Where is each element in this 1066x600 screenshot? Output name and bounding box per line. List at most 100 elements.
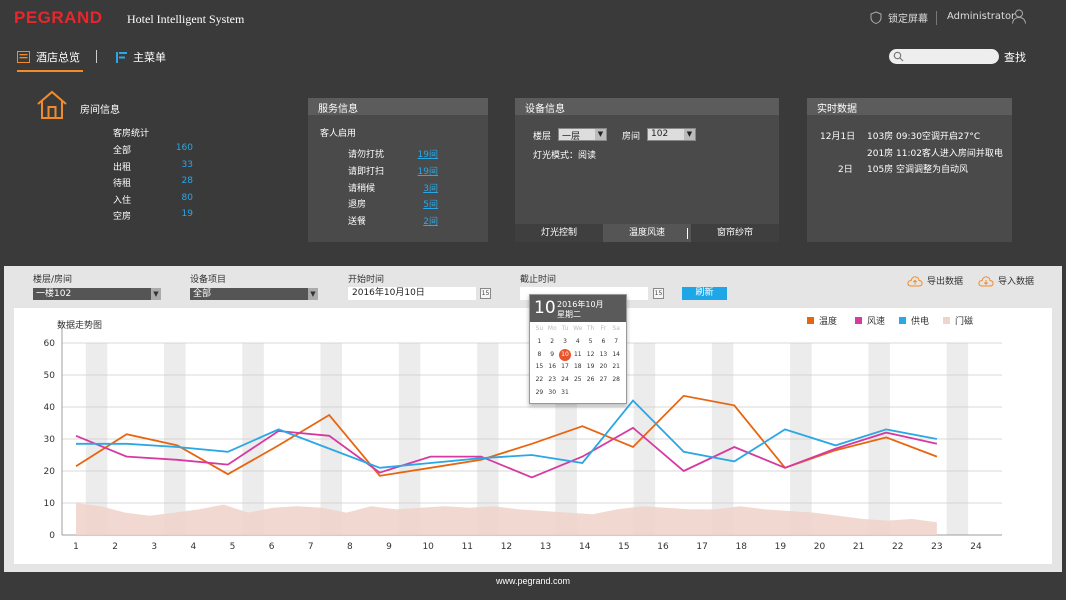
calendar-day[interactable]: 4 — [571, 336, 584, 349]
calendar-day[interactable]: 31 — [559, 387, 572, 400]
calendar-day[interactable]: 5 — [584, 336, 597, 349]
calendar-day[interactable]: 8 — [533, 349, 546, 362]
tab-temp-wind[interactable]: 温度风速 — [603, 224, 691, 242]
calendar-day[interactable]: 7 — [610, 336, 623, 349]
calendar-day[interactable]: 20 — [597, 361, 610, 374]
calendar-day[interactable]: 12 — [584, 349, 597, 362]
date-picker-day: 10 — [534, 298, 556, 318]
tab-light-control[interactable]: 灯光控制 — [515, 224, 603, 242]
chart-title: 数据走势图 — [57, 319, 102, 331]
realtime-panel: 实时数据 12月1日 103房 09:30空调开启27°C 201房 11:02… — [807, 98, 1012, 242]
calendar-day[interactable]: 25 — [571, 374, 584, 387]
calendar-day[interactable]: 3 — [559, 336, 572, 349]
x-tick-label: 14 — [579, 542, 591, 552]
x-tick-label: 3 — [151, 542, 157, 552]
start-time-label: 开始时间 — [348, 275, 385, 285]
floor-label: 楼层 — [533, 132, 552, 142]
cloud-upload-icon — [907, 275, 923, 286]
calendar-day[interactable]: 23 — [546, 374, 559, 387]
user-icon[interactable] — [1011, 8, 1027, 24]
footer-url[interactable]: www.pegrand.com — [0, 576, 1066, 586]
nav-main-menu[interactable]: 主菜单 — [116, 49, 166, 65]
room-select[interactable]: 102 ▼ — [647, 128, 696, 141]
user-name[interactable]: Administrator — [947, 11, 1015, 22]
service-count-link[interactable]: 2间 — [423, 214, 438, 227]
calendar-day[interactable]: 26 — [584, 374, 597, 387]
service-row: 送餐 2间 — [348, 214, 438, 227]
calendar-day[interactable]: 27 — [597, 374, 610, 387]
start-time-input[interactable]: 2016年10月10日 — [348, 287, 476, 300]
y-tick-label: 60 — [44, 339, 56, 349]
x-tick-label: 8 — [347, 542, 353, 552]
calendar-day[interactable]: 24 — [559, 374, 572, 387]
calendar-day[interactable]: 29 — [533, 387, 546, 400]
calendar-day[interactable]: 6 — [597, 336, 610, 349]
calendar-day[interactable]: 28 — [610, 374, 623, 387]
floor-room-label: 楼层/房间 — [33, 275, 73, 285]
nav-hotel-overview[interactable]: 酒店总览 — [17, 49, 80, 65]
calendar-day[interactable]: 14 — [610, 349, 623, 362]
room-stat-row: 入住 80 — [113, 193, 193, 206]
room-stat-row: 待租 28 — [113, 176, 193, 189]
calendar-day[interactable]: 19 — [584, 361, 597, 374]
search-input[interactable] — [889, 49, 999, 64]
date-picker-header: 10 2016年10月 星期二 — [530, 295, 626, 322]
device-item-select[interactable]: 全部 ▼ — [190, 288, 318, 300]
room-stat-label: 待租 — [113, 179, 132, 189]
nav-active-indicator — [17, 70, 83, 72]
calendar-day[interactable]: 13 — [597, 349, 610, 362]
house-icon — [37, 90, 67, 119]
service-count-link[interactable]: 5间 — [423, 197, 438, 210]
nav-menu-label: 主菜单 — [133, 51, 166, 64]
calendar-day[interactable]: 18 — [571, 361, 584, 374]
x-tick-label: 23 — [931, 542, 942, 552]
calendar-empty — [597, 387, 610, 400]
calendar-day[interactable]: 2 — [546, 336, 559, 349]
service-count-link[interactable]: 19间 — [418, 164, 438, 177]
chevron-down-icon: ▼ — [684, 129, 695, 140]
light-mode-text: 灯光模式：阅读 — [533, 151, 597, 161]
floor-select[interactable]: 一层 ▼ — [558, 128, 607, 142]
date-picker-popup[interactable]: 10 2016年10月 星期二 Su Mo Tu We Th Fr Sa 1 2 3 4 5 6 7 8 9 1… — [529, 294, 627, 404]
room-stat-value: 80 — [181, 193, 193, 203]
calendar-day[interactable]: 17 — [559, 361, 572, 374]
export-button[interactable]: 导出数据 — [907, 274, 963, 287]
service-info-panel: 服务信息 客人启用 请勿打扰 19间 请即打扫 19间 请稍候 3间 退房 5间 送餐 2… — [308, 98, 488, 242]
calendar-day[interactable]: 10 — [558, 348, 572, 362]
realtime-room: 201房 — [867, 149, 894, 159]
calendar-day[interactable]: 22 — [533, 374, 546, 387]
refresh-button[interactable]: 刷新 — [682, 287, 727, 300]
x-tick-label: 19 — [775, 542, 787, 552]
room-stat-label: 空房 — [113, 212, 132, 222]
calendar-icon[interactable]: 15 — [653, 288, 664, 299]
realtime-title: 实时数据 — [807, 98, 1012, 115]
legend-swatch-power — [899, 317, 906, 324]
calendar-icon[interactable]: 15 — [480, 288, 491, 299]
search-button[interactable]: 查找 — [1004, 49, 1026, 65]
calendar-day[interactable]: 16 — [546, 361, 559, 374]
calendar-day[interactable]: 11 — [571, 349, 584, 362]
legend-label-wind: 风速 — [867, 316, 885, 327]
tab-curtain[interactable]: 窗帘纱帘 — [691, 224, 779, 242]
legend-swatch-temp — [807, 317, 814, 324]
floor-room-select[interactable]: 一楼102 ▼ — [33, 288, 161, 300]
realtime-room: 103房 — [867, 132, 894, 142]
y-tick-label: 0 — [49, 531, 55, 541]
x-tick-label: 2 — [112, 542, 118, 552]
service-count-link[interactable]: 19间 — [418, 147, 438, 160]
calendar-day[interactable]: 30 — [546, 387, 559, 400]
calendar-day[interactable]: 9 — [546, 349, 559, 362]
import-button[interactable]: 导入数据 — [978, 274, 1034, 287]
y-tick-label: 20 — [44, 467, 56, 477]
realtime-date: 2日 — [838, 165, 853, 175]
device-info-panel: 设备信息 楼层 一层 ▼ 房间 102 ▼ 灯光模式：阅读 灯光控制 温度风速 … — [515, 98, 779, 242]
calendar-day[interactable]: 21 — [610, 361, 623, 374]
calendar-day[interactable]: 15 — [533, 361, 546, 374]
realtime-room: 105房 — [867, 165, 894, 175]
room-select-value: 102 — [651, 129, 669, 139]
y-tick-label: 10 — [44, 499, 56, 509]
weekday-header: Th — [586, 325, 595, 332]
calendar-day[interactable]: 1 — [533, 336, 546, 349]
lock-screen-button[interactable]: 锁定屏幕 — [870, 10, 928, 25]
service-count-link[interactable]: 3间 — [423, 181, 438, 194]
